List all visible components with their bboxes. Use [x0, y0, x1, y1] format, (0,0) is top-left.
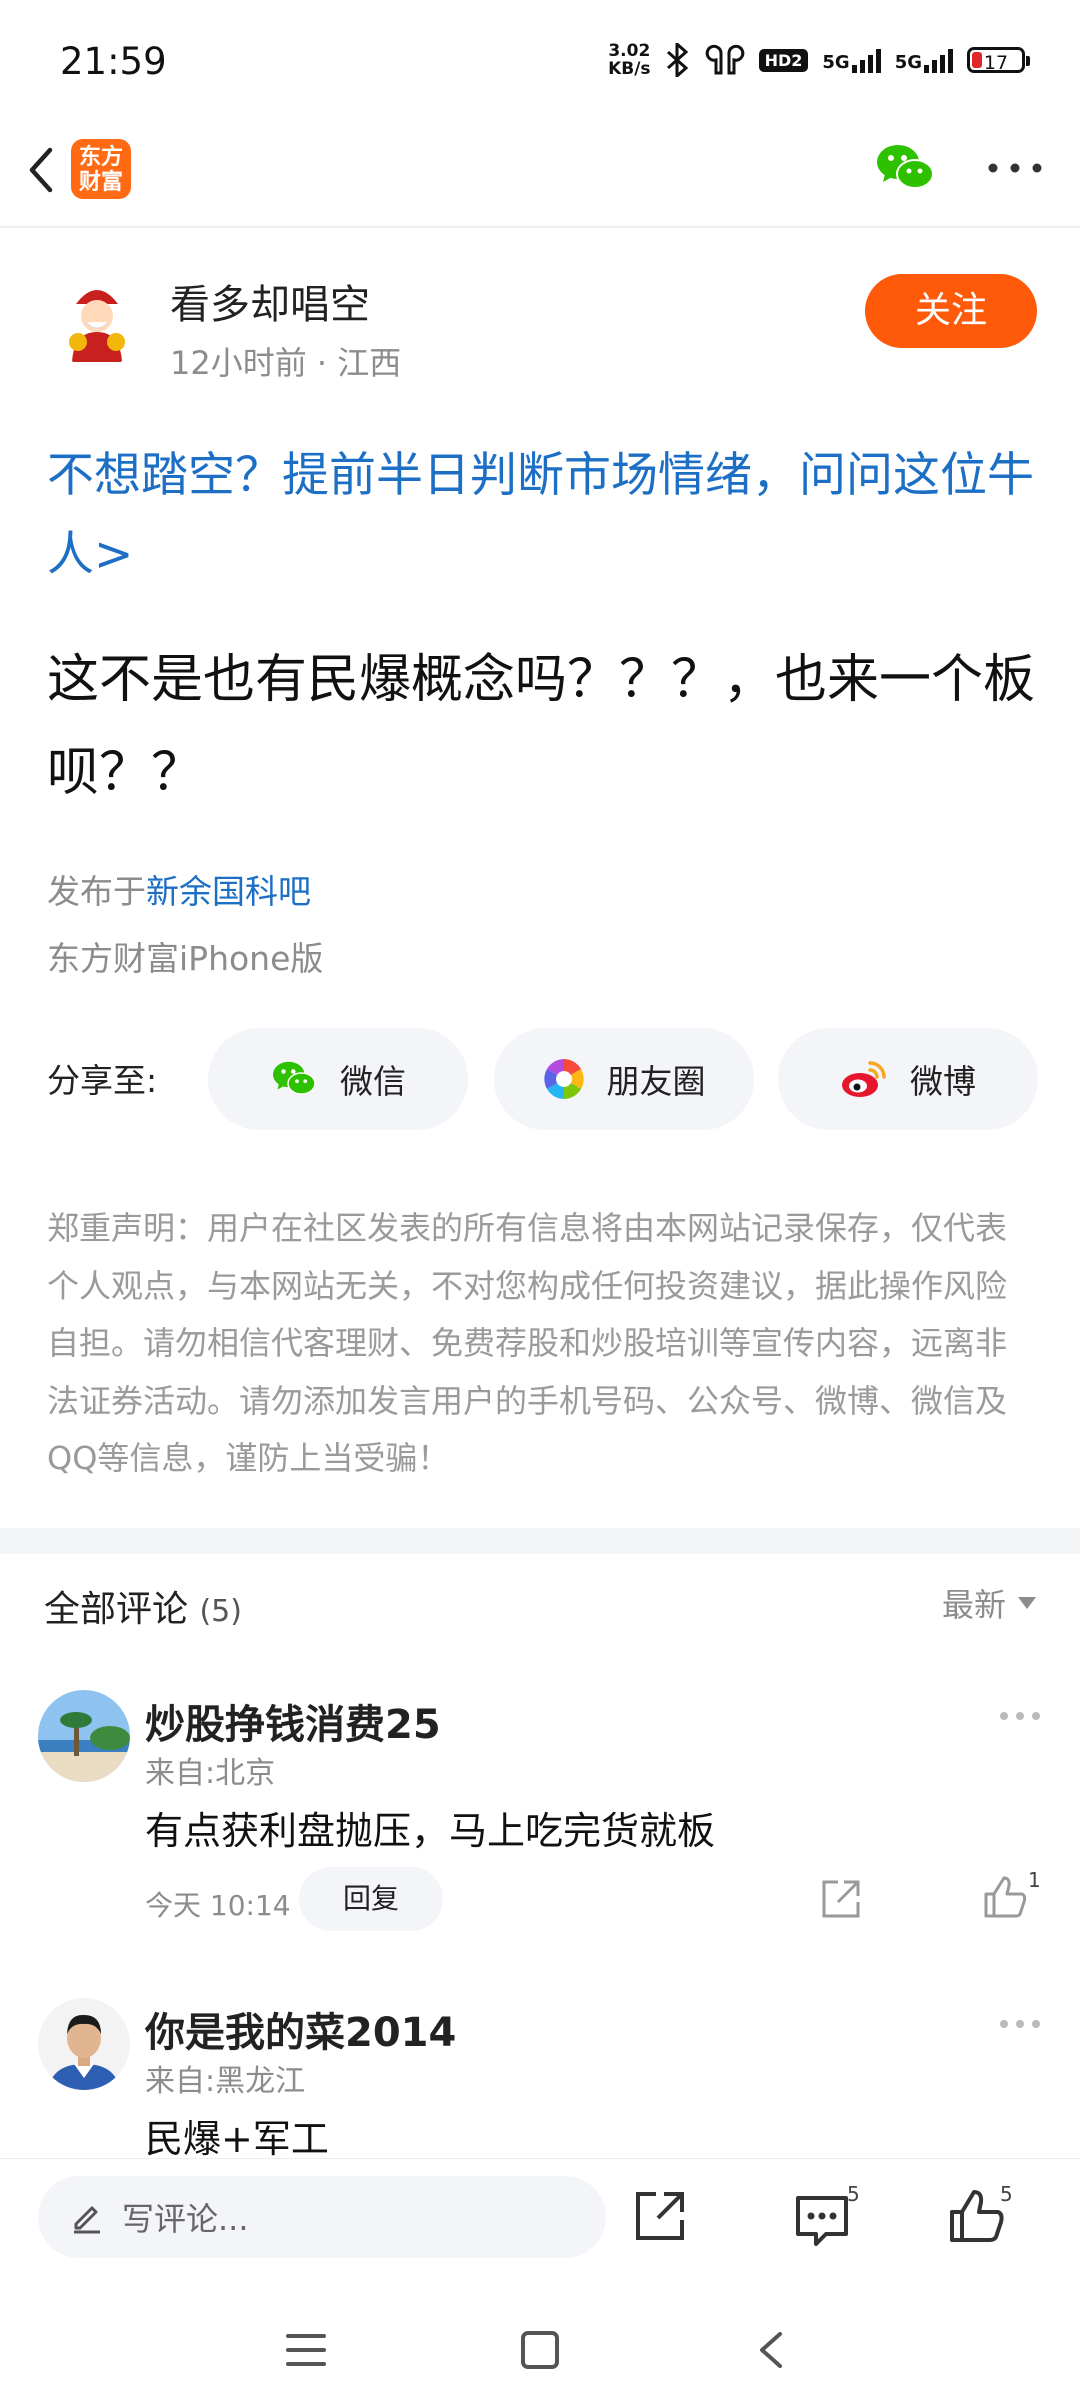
- app-logo: 东方 财富: [71, 139, 131, 199]
- caret-down-icon: [1018, 1597, 1037, 1609]
- menu-icon[interactable]: [286, 2332, 326, 2368]
- signal-sim1-icon: 5G: [822, 47, 881, 73]
- post-meta: 12小时前 · 江西: [170, 344, 402, 382]
- comment-icon[interactable]: [792, 2190, 852, 2250]
- commenter-avatar[interactable]: [38, 1690, 130, 1782]
- share-moments-button[interactable]: 朋友圈: [494, 1028, 754, 1130]
- hd-voice-icon: HD2: [758, 48, 809, 72]
- follow-button[interactable]: 关注: [865, 274, 1037, 348]
- status-time: 21:59: [60, 40, 167, 83]
- commenter-location: 来自:北京: [145, 1756, 276, 1791]
- nav-divider: [0, 226, 1080, 228]
- home-icon[interactable]: [520, 2330, 560, 2370]
- back-icon[interactable]: [18, 140, 68, 200]
- post-client: 东方财富iPhone版: [47, 939, 324, 978]
- comment-count-badge: 5: [847, 2182, 860, 2206]
- battery-icon: 17: [967, 47, 1030, 74]
- comment-input[interactable]: 写评论...: [38, 2176, 606, 2258]
- commenter-avatar[interactable]: [38, 1998, 130, 2090]
- status-icons: 3.02 KB/s HD2 5G 5G 17: [608, 41, 1030, 79]
- system-back-icon[interactable]: [756, 2330, 786, 2370]
- share-wechat-button[interactable]: 微信: [208, 1028, 468, 1130]
- author-avatar[interactable]: [48, 270, 146, 368]
- wechat-share-icon[interactable]: [875, 140, 935, 196]
- comment-text: 民爆+军工: [145, 2117, 329, 2161]
- network-speed: 3.02 KB/s: [608, 41, 651, 79]
- system-navigation-bar: [0, 2270, 1080, 2400]
- status-bar: 21:59 3.02 KB/s HD2 5G 5G 17: [0, 0, 1080, 120]
- sort-dropdown[interactable]: 最新: [942, 1580, 1037, 1626]
- like-count-badge: 5: [1000, 2182, 1013, 2206]
- comment-more-icon[interactable]: [998, 1710, 1042, 1722]
- promo-link[interactable]: 不想踏空？提前半日判断市场情绪，问问这位牛人>: [47, 436, 1037, 594]
- forum-link[interactable]: 新余国科吧: [146, 872, 311, 911]
- bluetooth-icon: [666, 43, 688, 77]
- disclaimer: 郑重声明：用户在社区发表的所有信息将由本网站记录保存，仅代表个人观点，与本网站无…: [47, 1209, 1008, 1477]
- comment-more-icon[interactable]: [998, 2018, 1042, 2030]
- wechat-icon: [273, 1061, 316, 1095]
- earbuds-icon: [705, 44, 744, 75]
- pencil-icon: [74, 2206, 100, 2234]
- posted-in: 发布于新余国科吧: [47, 872, 311, 911]
- comment-like-count: 1: [1028, 1868, 1041, 1892]
- commenter-name[interactable]: 炒股挣钱消费25: [145, 1692, 441, 1750]
- comment-share-icon[interactable]: [818, 1876, 864, 1922]
- comment-time: 今天 10:14: [145, 1889, 291, 1922]
- share-weibo-button[interactable]: 微博: [778, 1028, 1038, 1130]
- share-icon[interactable]: [630, 2186, 690, 2246]
- comment-text: 有点获利盘抛压，马上吃完货就板: [145, 1809, 716, 1853]
- comments-count: (5): [199, 1594, 242, 1629]
- commenter-location: 来自:黑龙江: [145, 2064, 306, 2099]
- section-divider: [0, 1528, 1080, 1554]
- commenter-name[interactable]: 你是我的菜2014: [145, 2000, 456, 2058]
- reply-button[interactable]: 回复: [299, 1867, 443, 1931]
- more-options-icon[interactable]: [985, 160, 1045, 176]
- moments-icon: [543, 1059, 584, 1099]
- weibo-icon: [842, 1061, 886, 1097]
- author-name[interactable]: 看多却唱空: [170, 272, 370, 330]
- comments-header: 全部评论 (5): [44, 1589, 242, 1630]
- comment-like-icon[interactable]: [982, 1874, 1028, 1920]
- post-body: 这不是也有民爆概念吗？？？，也来一个板呗？？: [47, 650, 1036, 803]
- share-label: 分享至:: [47, 1061, 158, 1100]
- like-icon[interactable]: [946, 2186, 1006, 2246]
- signal-sim2-icon: 5G: [895, 47, 953, 73]
